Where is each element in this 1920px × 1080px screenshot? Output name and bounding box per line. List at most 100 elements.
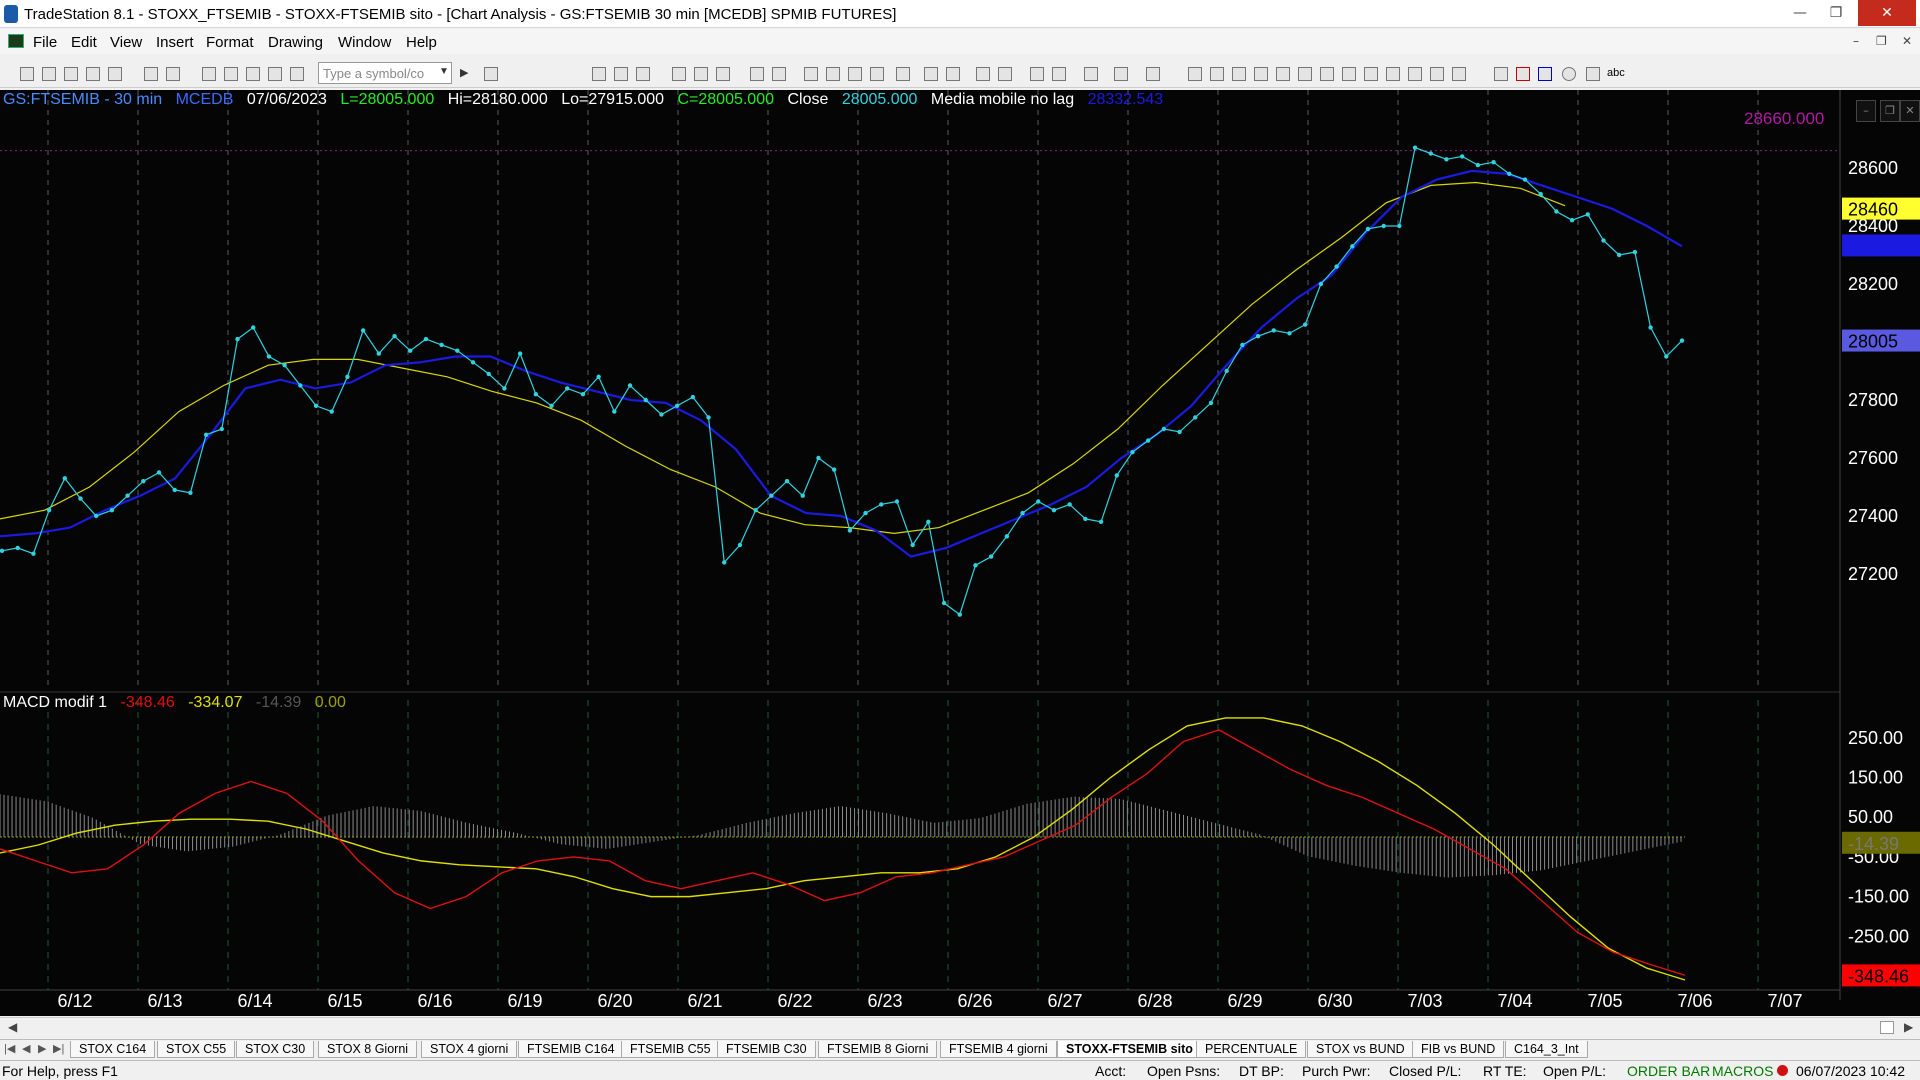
tab-percentuale[interactable]: PERCENTUALE	[1196, 1041, 1307, 1058]
ellipse-icon[interactable]	[1562, 67, 1576, 81]
tab-ftsemib-c30[interactable]: FTSEMIB C30	[717, 1041, 816, 1058]
status-order-bar[interactable]: ORDER BAR	[1627, 1063, 1710, 1079]
tab-fib-vs-bund[interactable]: FIB vs BUND	[1412, 1041, 1505, 1058]
subgraph-restore-button[interactable]: ❐	[1880, 100, 1900, 122]
menu-insert[interactable]: Insert	[156, 34, 194, 51]
horizontal-lines-icon[interactable]	[1210, 67, 1224, 81]
restore-button[interactable]: ❐	[1817, 0, 1855, 26]
tab-ftsemib-8-giorni[interactable]: FTSEMIB 8 Giorni	[818, 1041, 938, 1058]
window-icon[interactable]	[202, 67, 216, 81]
up-arrow-icon[interactable]	[1538, 67, 1552, 81]
bar-chart-icon[interactable]	[804, 67, 818, 81]
scroll-thumb[interactable]	[1880, 1021, 1894, 1034]
tab-stox-c30[interactable]: STOX C30	[236, 1041, 315, 1058]
menu-view[interactable]: View	[110, 34, 142, 51]
freehand-icon[interactable]	[1452, 67, 1466, 81]
down-arrow-icon[interactable]	[1516, 67, 1530, 81]
tab-prev-icon[interactable]: ◀	[22, 1042, 30, 1055]
tab-c164-3-int[interactable]: C164_3_Int	[1505, 1041, 1588, 1058]
expand-icon[interactable]	[924, 67, 938, 81]
tab-first-icon[interactable]: |◀	[4, 1042, 15, 1055]
trade-icon[interactable]	[1146, 67, 1160, 81]
trendline-icon[interactable]	[1188, 67, 1202, 81]
line-chart-icon[interactable]	[848, 67, 862, 81]
tab-ftsemib-4-giorni[interactable]: FTSEMIB 4 giorni	[940, 1041, 1057, 1058]
compress-icon[interactable]	[946, 67, 960, 81]
paste-icon[interactable]	[86, 67, 100, 81]
tab-stox-c55[interactable]: STOX C55	[157, 1041, 236, 1058]
status-macros[interactable]: MACROS	[1712, 1063, 1773, 1079]
tab-next-icon[interactable]: ▶	[38, 1042, 46, 1055]
curve-icon[interactable]	[1494, 67, 1508, 81]
chart-canvas[interactable]: 6/12 6/13 6/14 6/15 6/16 6/19 6/20 6/21 6/22 6/23…	[0, 90, 1920, 1016]
analysis-icon[interactable]	[694, 67, 708, 81]
zoom-out-icon[interactable]	[998, 67, 1012, 81]
data-window-icon[interactable]	[1052, 67, 1066, 81]
tab-stox-vs-bund[interactable]: STOX vs BUND	[1307, 1041, 1414, 1058]
vertical-lines-icon[interactable]	[1320, 67, 1334, 81]
bars-icon[interactable]	[896, 67, 910, 81]
menu-window[interactable]: Window	[338, 34, 391, 51]
tab-stox-8-giorni[interactable]: STOX 8 Giorni	[318, 1041, 418, 1058]
point-figure-icon[interactable]	[870, 67, 884, 81]
gann-fan-icon[interactable]	[1342, 67, 1356, 81]
menu-drawing[interactable]: Drawing	[268, 34, 323, 51]
grid-icon[interactable]	[592, 67, 606, 81]
arrow-lr-icon[interactable]	[1386, 67, 1400, 81]
chart-analysis-window[interactable]: 6/12 6/13 6/14 6/15 6/16 6/19 6/20 6/21 6/22 6/23…	[0, 90, 1920, 1016]
mdi-restore-button[interactable]: ❐	[1876, 34, 1887, 48]
symbol-dropdown-icon[interactable]: ▼	[439, 66, 449, 77]
tools-icon[interactable]	[1084, 67, 1098, 81]
tab-ftsemib-c164[interactable]: FTSEMIB C164	[518, 1041, 624, 1058]
subgraph-minimize-button[interactable]: –	[1856, 100, 1876, 122]
layout-icon[interactable]	[224, 67, 238, 81]
tab-ftsemib-c55[interactable]: FTSEMIB C55	[621, 1041, 720, 1058]
menu-help[interactable]: Help	[406, 34, 437, 51]
regression-icon[interactable]	[1364, 67, 1378, 81]
scroll-right-icon[interactable]: ▶	[1904, 1020, 1913, 1034]
fibonacci-icon[interactable]	[1254, 67, 1268, 81]
horizontal-scrollbar[interactable]: ◀ ▶	[0, 1017, 1920, 1037]
chart-style-icon[interactable]	[750, 67, 764, 81]
tab-stox-c164[interactable]: STOX C164	[70, 1041, 156, 1058]
close-button[interactable]: ✕	[1858, 0, 1916, 26]
macro-icon[interactable]	[290, 67, 304, 81]
subgraph-close-button[interactable]: ✕	[1900, 100, 1920, 122]
symbol-go-icon[interactable]: ▶	[460, 66, 468, 79]
folder-icon[interactable]	[108, 67, 122, 81]
mdi-minimize-button[interactable]: –	[1853, 34, 1859, 48]
chart-window-icon[interactable]	[8, 34, 24, 48]
tab-stoxx-ftsemib-sito[interactable]: STOXX-FTSEMIB sito	[1057, 1041, 1202, 1058]
text-tool-icon[interactable]: abc	[1607, 67, 1625, 79]
find-icon[interactable]	[484, 67, 498, 81]
strategy-icon[interactable]	[268, 67, 282, 81]
open-icon[interactable]	[42, 67, 56, 81]
pointer-icon[interactable]	[1030, 67, 1044, 81]
scroll-left-icon[interactable]: ◀	[8, 1020, 17, 1034]
mdi-close-button[interactable]: ✕	[1902, 34, 1912, 48]
menu-format[interactable]: Format	[206, 34, 254, 51]
arc-icon[interactable]	[1430, 67, 1444, 81]
tab-stox-4-giorni[interactable]: STOX 4 giorni	[421, 1041, 518, 1058]
rectangle-icon[interactable]	[1586, 67, 1600, 81]
new-icon[interactable]	[20, 67, 34, 81]
andrews-pitchfork-icon[interactable]	[1298, 67, 1312, 81]
refresh-icon[interactable]	[772, 67, 786, 81]
candle-icon[interactable]	[826, 67, 840, 81]
symbol-input[interactable]: Type a symbol/co	[318, 62, 452, 84]
menu-file[interactable]: File	[33, 34, 57, 51]
speed-lines-icon[interactable]	[1276, 67, 1290, 81]
indicator-icon[interactable]	[672, 67, 686, 81]
parallel-lines-icon[interactable]	[1408, 67, 1422, 81]
print-preview-icon[interactable]	[166, 67, 180, 81]
zoom-in-icon[interactable]	[976, 67, 990, 81]
print-icon[interactable]	[144, 67, 158, 81]
order-icon[interactable]	[1114, 67, 1128, 81]
list-icon[interactable]	[614, 67, 628, 81]
tab-last-icon[interactable]: ▶|	[53, 1042, 64, 1055]
scanner-icon[interactable]	[716, 67, 730, 81]
copy-icon[interactable]	[64, 67, 78, 81]
table-icon[interactable]	[636, 67, 650, 81]
channel-icon[interactable]	[1232, 67, 1246, 81]
lock-icon[interactable]	[246, 67, 260, 81]
